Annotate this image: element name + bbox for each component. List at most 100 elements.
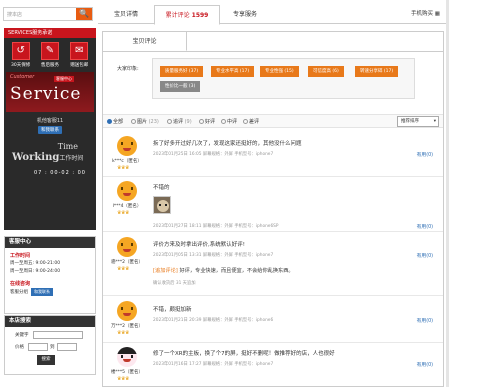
contact-group-button[interactable]: 和我联系 xyxy=(31,288,53,296)
useful-button[interactable]: 有用(0) xyxy=(417,361,433,368)
useful-button[interactable]: 有用(0) xyxy=(417,151,433,158)
useful-count: (0) xyxy=(426,363,433,368)
tab-reviews[interactable]: 累计评论 1599 xyxy=(154,5,220,25)
tab-product-reviews[interactable]: 宝贝评论 xyxy=(103,32,187,51)
tab-details[interactable]: 宝贝详情 xyxy=(98,5,154,24)
filter-positive[interactable]: 好评 xyxy=(199,118,215,125)
useful-count: (0) xyxy=(426,225,433,230)
radio-icon xyxy=(107,119,112,124)
followup-meta: 确认收货后 31 天追加 xyxy=(153,281,196,286)
shop-search-input[interactable]: 搜本店 xyxy=(7,11,22,18)
radio-icon xyxy=(167,119,172,124)
agent-block: 机他客服11 和我联系 xyxy=(4,117,96,134)
panel-title: 本店搜索 xyxy=(5,316,95,327)
crown-icon: ♛♛♛ xyxy=(117,165,129,171)
online-consult-line: 客服分组 和我联系 xyxy=(10,288,95,297)
radio-icon xyxy=(221,119,226,124)
useful-button[interactable]: 有用(0) xyxy=(417,223,433,230)
keyword-row: 关键字 xyxy=(15,331,95,339)
followup-text: 好评，专业快速，而且便宜，不会给你乱换东西。 xyxy=(177,268,294,274)
review-item: l***4（匿名） ♛♛♛ 不错的 2023年01月27日 18:11 屏幕规格… xyxy=(103,177,443,232)
review-item: 骆***2（匿名） ♛♛♛ 评价方来及时拿出评价,系统默认好评! 2023年01… xyxy=(103,232,443,296)
review-photo[interactable] xyxy=(153,196,171,214)
group-label: 客服分组 xyxy=(10,290,28,295)
refresh-icon: ↺ xyxy=(11,42,30,60)
mobile-buy-link[interactable]: 手机购买 ▦ xyxy=(411,5,446,24)
service-promise-panel: SERVICES服务承诺 ↺ 30天保修 ✎ 售后服务 ✉ 赠送包邮 Custo… xyxy=(4,28,96,230)
radio-icon xyxy=(243,119,248,124)
filter-label: 追评 xyxy=(173,119,184,125)
review-item: 楼***5（匿名） ♛♛♛ 修了一个XR的主板，换了个7的屏，挺好不删呢！做推荐… xyxy=(103,343,443,387)
working-sub: 工作时间 xyxy=(59,155,84,162)
tab-services[interactable]: 专享服务 xyxy=(220,5,270,24)
review-meta: 2023年01月25日 16:05 屏幕规格：外屏 手机型号：iphone7 xyxy=(153,152,274,157)
working-hours: 07 : 00-02 : 00 xyxy=(34,170,86,176)
filter-pictures[interactable]: 图片 (23) xyxy=(131,118,159,125)
chevron-down-icon: ▾ xyxy=(433,119,436,124)
useful-button[interactable]: 有用(0) xyxy=(417,252,433,259)
work-time-line: 周一至周日: 9:00-24:00 xyxy=(10,269,61,274)
review-filter-bar: 全部 图片 (23) 追评 (9) 好评 中评 差评 推荐排序 ▾ xyxy=(103,114,443,128)
online-consult-label: 在线咨询 xyxy=(10,281,31,287)
review-meta: 2023年01月27日 18:11 屏幕规格：外屏 手机型号：iphone6SP xyxy=(153,224,279,229)
radio-icon xyxy=(131,119,136,124)
useful-button[interactable]: 有用(0) xyxy=(417,317,433,324)
impression-tag[interactable]: 性价比一般 (3) xyxy=(160,81,201,92)
filter-label: 中评 xyxy=(227,119,238,125)
page-scrollbar-area xyxy=(446,0,499,387)
keyword-input[interactable] xyxy=(32,331,83,339)
edit-icon: ✎ xyxy=(40,42,59,60)
impression-tag[interactable]: 专业水平高 (17) xyxy=(211,66,255,77)
filter-all[interactable]: 全部 xyxy=(107,118,123,125)
service-item-freeship: ✉ 赠送包邮 xyxy=(66,42,92,68)
filter-followup[interactable]: 追评 (9) xyxy=(167,118,192,125)
banner-tag: 客服中心 xyxy=(54,76,74,82)
working-time-block: Time Working工作时间 07 : 00-02 : 00 xyxy=(4,142,96,192)
impression-tag[interactable]: 转速分享碎 (17) xyxy=(355,66,399,77)
filter-label: 差评 xyxy=(249,119,260,125)
useful-label: 有用 xyxy=(416,319,427,324)
service-item-label: 30天保修 xyxy=(11,63,31,68)
crown-icon: ♛♛♛ xyxy=(117,210,129,216)
banner-service-text: Service xyxy=(10,84,82,104)
filter-label: 全部 xyxy=(113,119,124,125)
user-avatar xyxy=(117,301,137,321)
useful-count: (0) xyxy=(426,153,433,158)
working-text: Working xyxy=(12,152,60,163)
crown-icon: ♛♛♛ xyxy=(117,330,129,336)
sort-label: 推荐排序 xyxy=(401,119,419,124)
work-time-line: 周一至周五: 9:00-21:00 xyxy=(10,261,61,266)
shop-search-box[interactable]: 搜本店 🔍 xyxy=(3,7,93,21)
review-username: l***4（匿名） xyxy=(112,204,142,209)
search-icon[interactable]: 🔍 xyxy=(76,8,92,20)
review-username: 骆***2（匿名） xyxy=(110,260,144,265)
working-word: Working工作时间 xyxy=(12,152,83,163)
impression-tags: 质量服务好 (37) 专业水平高 (17) 专业性强 (15) 可信度高 (6)… xyxy=(152,58,415,99)
review-meta: 2023年01月21日 20:39 屏幕规格：外屏 手机型号：iphone6 xyxy=(153,318,274,323)
impression-tag[interactable]: 专业性强 (15) xyxy=(260,66,299,77)
keyword-label: 关键字 xyxy=(15,333,29,338)
review-username: 万***2（匿名） xyxy=(110,324,144,329)
impression-tag[interactable]: 可信度高 (6) xyxy=(308,66,344,77)
contact-agent-button[interactable]: 和我联系 xyxy=(38,126,62,134)
impression-tag[interactable]: 质量服务好 (37) xyxy=(160,66,204,77)
review-item: 万***2（匿名） ♛♛♛ 不错，颇挺加新 2023年01月21日 20:39 … xyxy=(103,296,443,343)
banner-customer-text: Customer xyxy=(10,74,35,80)
panel-title: 客服中心 xyxy=(5,237,95,248)
review-text: 评价方来及时拿出评价,系统默认好评! xyxy=(153,242,245,248)
filter-label: 图片 xyxy=(137,119,148,125)
price-max-input[interactable] xyxy=(56,343,77,351)
shop-search-button[interactable]: 搜索 xyxy=(37,355,55,365)
shop-search-panel: 本店搜索 关键字 价格 到 搜索 xyxy=(4,315,96,375)
main-content: 宝贝详情 累计评论 1599 专享服务 手机购买 ▦ 宝贝评论 大家印象: 质量服… xyxy=(98,0,446,387)
price-min-input[interactable] xyxy=(28,343,48,351)
followup-review: [追加评论] 好评，专业快速，而且便宜，不会给你乱换东西。 xyxy=(153,267,294,274)
agent-name: 机他客服11 xyxy=(36,118,64,124)
useful-count: (0) xyxy=(426,254,433,259)
qr-icon: ▦ xyxy=(434,11,440,17)
sort-select[interactable]: 推荐排序 ▾ xyxy=(397,116,439,127)
filter-negative[interactable]: 差评 xyxy=(243,118,259,125)
scrollbar-track[interactable] xyxy=(446,0,449,387)
filter-neutral[interactable]: 中评 xyxy=(221,118,237,125)
review-text: 拆了好多开过好几次了，发现这家还挺好的，其他没什么问题 xyxy=(153,141,302,147)
